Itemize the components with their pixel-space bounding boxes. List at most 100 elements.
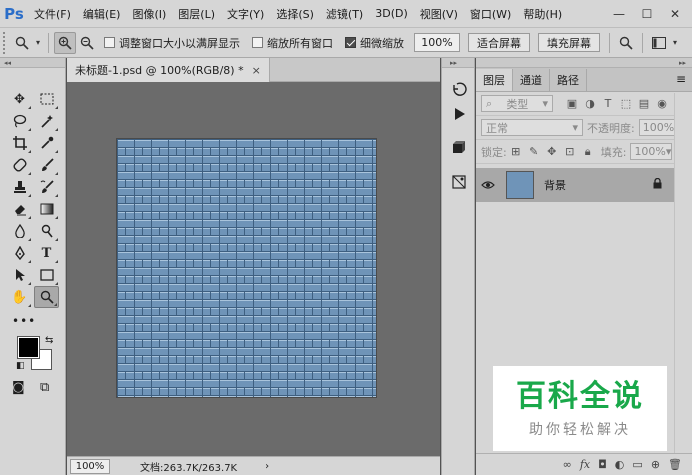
folder-icon[interactable]: ▭ [632, 458, 642, 471]
tab-channels[interactable]: 通道 [513, 69, 550, 91]
actions-play-icon[interactable] [449, 104, 469, 124]
menu-window[interactable]: 窗口(W) [464, 6, 517, 22]
zoom-out-icon[interactable] [76, 32, 98, 54]
new-layer-icon[interactable]: ⊕ [651, 458, 660, 471]
blur-tool-icon[interactable] [7, 220, 32, 242]
zoom-percent-field[interactable]: 100% [414, 33, 460, 52]
minimize-button[interactable]: — [608, 5, 630, 23]
lock-image-icon[interactable]: ✎ [525, 143, 543, 161]
healing-brush-tool-icon[interactable] [7, 154, 32, 176]
menu-edit[interactable]: 编辑(E) [77, 6, 127, 22]
tab-paths[interactable]: 路径 [550, 69, 587, 91]
properties-panel-icon[interactable] [449, 172, 469, 192]
more-tools-icon[interactable]: ••• [12, 314, 36, 328]
history-brush-tool-icon[interactable] [34, 176, 59, 198]
filter-type-icon[interactable]: T [599, 95, 617, 113]
maximize-button[interactable]: ☐ [636, 5, 658, 23]
fit-screen-button[interactable]: 适合屏幕 [468, 33, 530, 52]
filter-pixel-icon[interactable]: ▣ [563, 95, 581, 113]
checkbox-box[interactable] [345, 37, 356, 48]
document-tab[interactable]: 未标题-1.psd @ 100%(RGB/8) * × [67, 58, 270, 82]
workspace-icon[interactable] [648, 32, 670, 54]
3d-panel-icon[interactable] [449, 138, 469, 158]
lasso-tool-icon[interactable] [7, 110, 32, 132]
panel-collapse-handle[interactable]: ▸▸ [476, 58, 692, 68]
clone-stamp-tool-icon[interactable] [7, 176, 32, 198]
filter-toggle-icon[interactable]: ◉ [653, 95, 671, 113]
adjustment-icon[interactable]: ◐ [615, 458, 625, 471]
panel-collapse-handle[interactable]: ▸▸ [442, 58, 474, 68]
screen-mode-icon[interactable]: ⧉ [40, 380, 49, 395]
options-grip[interactable] [3, 31, 11, 54]
tab-layers[interactable]: 图层 [476, 69, 513, 91]
chevron-down-icon[interactable]: ▾ [33, 32, 43, 54]
quick-mask-icon[interactable]: ◙ [12, 380, 25, 395]
layers-scrollbar[interactable] [674, 93, 692, 453]
filter-shape-icon[interactable]: ⬚ [617, 95, 635, 113]
eyedropper-tool-icon[interactable] [34, 132, 59, 154]
fill-field[interactable]: 100% ▾ [630, 143, 673, 160]
swap-colors-icon[interactable]: ⇆ [45, 335, 53, 346]
lock-position-icon[interactable]: ✥ [543, 143, 561, 161]
layer-filter-select[interactable]: ⌕ 类型 ▾ [481, 95, 553, 112]
history-panel-icon[interactable] [449, 80, 469, 100]
menu-3d[interactable]: 3D(D) [369, 7, 414, 20]
document-canvas[interactable] [117, 139, 376, 397]
path-selection-tool-icon[interactable] [7, 264, 32, 286]
marquee-tool-icon[interactable] [34, 88, 59, 110]
lock-transparent-icon[interactable]: ⊞ [507, 143, 525, 161]
foreground-color-swatch[interactable] [18, 337, 39, 358]
gradient-tool-icon[interactable] [34, 198, 59, 220]
brush-tool-icon[interactable] [34, 154, 59, 176]
search-icon[interactable] [615, 32, 637, 54]
eye-icon[interactable] [476, 180, 500, 190]
move-tool-icon[interactable]: ✥ [7, 88, 32, 110]
lock-label: 锁定: [481, 145, 507, 159]
zoom-in-icon[interactable] [54, 31, 76, 54]
magic-wand-tool-icon[interactable] [34, 110, 59, 132]
lock-artboard-icon[interactable]: ⊡ [561, 143, 579, 161]
menu-layer[interactable]: 图层(L) [172, 6, 221, 22]
hand-tool-icon[interactable]: ✋ [7, 286, 32, 308]
filter-adjustment-icon[interactable]: ◑ [581, 95, 599, 113]
trash-icon[interactable]: 🗑︎ [668, 458, 682, 471]
chevron-down-icon[interactable]: ▾ [670, 32, 680, 54]
checkbox-box[interactable] [252, 37, 263, 48]
layer-name[interactable]: 背景 [544, 177, 566, 193]
lock-all-icon[interactable]: 🔒︎ [579, 143, 597, 161]
menu-file[interactable]: 文件(F) [28, 6, 77, 22]
scrubby-zoom-checkbox[interactable]: 细微缩放 [345, 35, 404, 51]
menu-filter[interactable]: 滤镜(T) [320, 6, 369, 22]
zoom-all-windows-checkbox[interactable]: 缩放所有窗口 [252, 35, 333, 51]
status-zoom-field[interactable]: 100% [70, 458, 110, 474]
zoom-tool-icon[interactable] [34, 286, 59, 308]
fx-icon[interactable]: fx [580, 458, 590, 471]
dodge-tool-icon[interactable] [34, 220, 59, 242]
mask-icon[interactable]: ◘ [598, 458, 607, 471]
crop-tool-icon[interactable] [7, 132, 32, 154]
rectangle-tool-icon[interactable] [34, 264, 59, 286]
menu-type[interactable]: 文字(Y) [221, 6, 270, 22]
eraser-tool-icon[interactable] [7, 198, 32, 220]
close-icon[interactable]: × [252, 64, 261, 77]
menu-help[interactable]: 帮助(H) [517, 6, 568, 22]
panel-menu-icon[interactable]: ≡ [676, 72, 686, 86]
menu-select[interactable]: 选择(S) [270, 6, 320, 22]
filter-smart-object-icon[interactable]: ▤ [635, 95, 653, 113]
resize-windows-checkbox[interactable]: 调整窗口大小以满屏显示 [104, 35, 240, 51]
menu-image[interactable]: 图像(I) [126, 6, 172, 22]
type-tool-icon[interactable]: T [34, 242, 59, 264]
layer-row[interactable]: 背景 [476, 168, 674, 202]
menu-view[interactable]: 视图(V) [414, 6, 464, 22]
close-button[interactable]: ✕ [664, 5, 686, 23]
pen-tool-icon[interactable] [7, 242, 32, 264]
status-menu-arrow-icon[interactable]: › [265, 461, 269, 472]
canvas-workspace[interactable] [67, 82, 440, 456]
panel-collapse-handle[interactable]: ◂◂ [0, 58, 65, 68]
link-icon[interactable]: ∞ [563, 458, 572, 471]
default-colors-icon[interactable]: ◧ [16, 361, 25, 371]
checkbox-box[interactable] [104, 37, 115, 48]
blend-mode-select[interactable]: 正常 ▾ [481, 119, 583, 136]
fill-screen-button[interactable]: 填充屏幕 [538, 33, 600, 52]
zoom-tool-preset-icon[interactable] [11, 32, 33, 54]
